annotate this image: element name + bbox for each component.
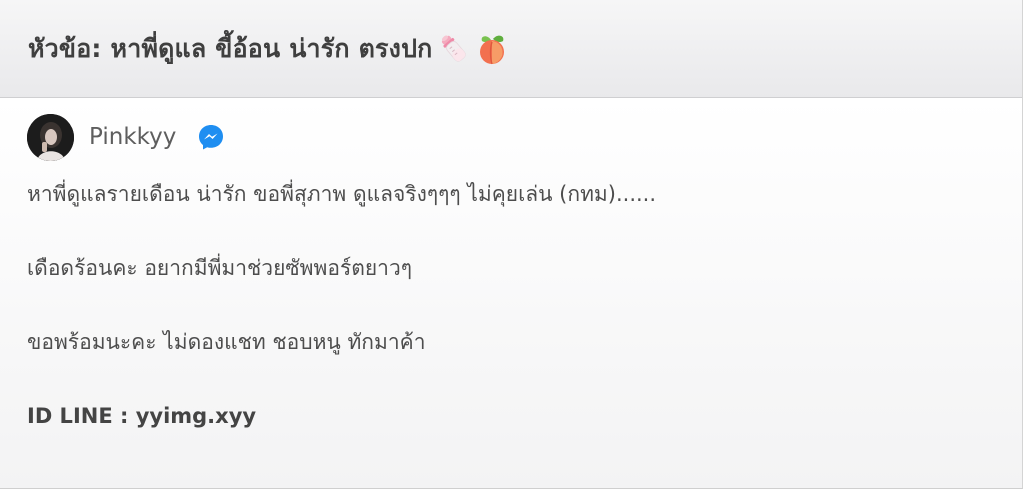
- line-id-text: ID LINE : yyimg.xyy: [27, 404, 257, 428]
- baby-bottle-emoji: [442, 34, 467, 62]
- topic-title: หัวข้อ: หาพี่ดูแล ขี้อ้อน น่ารัก ตรงปก: [28, 33, 433, 63]
- topic-header: หัวข้อ: หาพี่ดูแล ขี้อ้อน น่ารัก ตรงปก: [0, 0, 1022, 98]
- author-name[interactable]: Pinkkyy: [89, 124, 176, 150]
- post-line: ขอพร้อมนะคะ ไม่ดองแชท ชอบหนู ทักมาค้า: [27, 330, 426, 354]
- peach-emoji: [480, 35, 505, 64]
- author-row: Pinkkyy: [27, 113, 226, 161]
- post-line: เดือดร้อนคะ อยากมีพี่มาช่วยซัพพอร์ตยาวๆ: [27, 256, 413, 280]
- avatar-photo-icon: [27, 113, 74, 161]
- post-line: หาพี่ดูแลรายเดือน น่ารัก ขอพี่สุภาพ ดูแล…: [27, 182, 657, 206]
- post-body: หาพี่ดูแลรายเดือน น่ารัก ขอพี่สุภาพ ดูแล…: [27, 176, 987, 434]
- avatar[interactable]: [27, 113, 74, 161]
- messenger-icon[interactable]: [196, 122, 226, 152]
- post-card: Pinkkyy หาพี่ดูแลรายเดือน น่ารัก ขอพี่สุ…: [0, 98, 1022, 488]
- post-frame: หัวข้อ: หาพี่ดูแล ขี้อ้อน น่ารัก ตรงปก P…: [0, 0, 1023, 489]
